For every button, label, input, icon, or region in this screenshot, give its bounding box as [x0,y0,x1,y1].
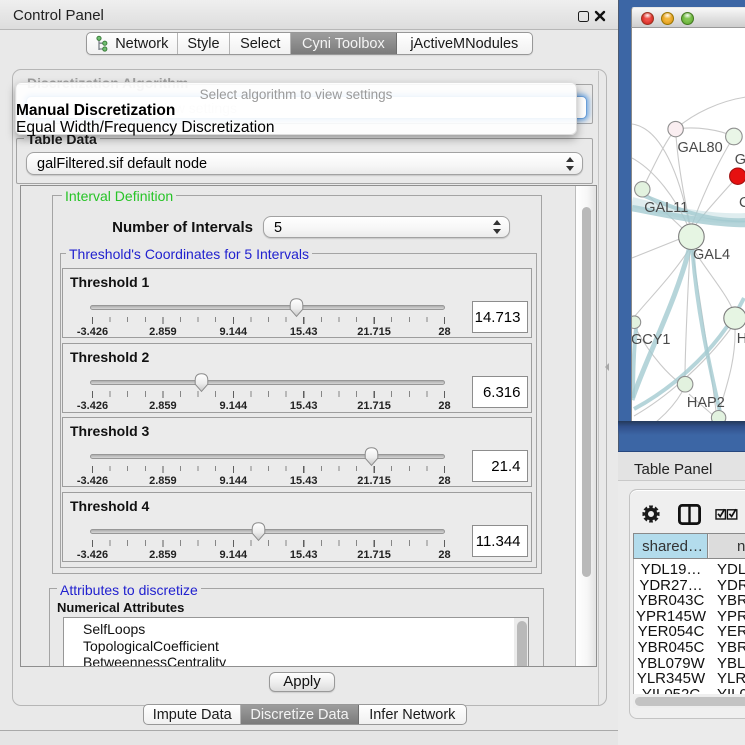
svg-text:GAL4: GAL4 [693,247,730,263]
svg-text:HAP2: HAP2 [687,395,725,411]
svg-text:H: H [737,331,745,347]
svg-text:C: C [739,195,745,211]
svg-text:GCY1: GCY1 [632,332,671,348]
svg-text:G.: G. [735,152,745,168]
svg-text:GAL11: GAL11 [644,200,688,216]
svg-text:GAL80: GAL80 [678,140,723,156]
